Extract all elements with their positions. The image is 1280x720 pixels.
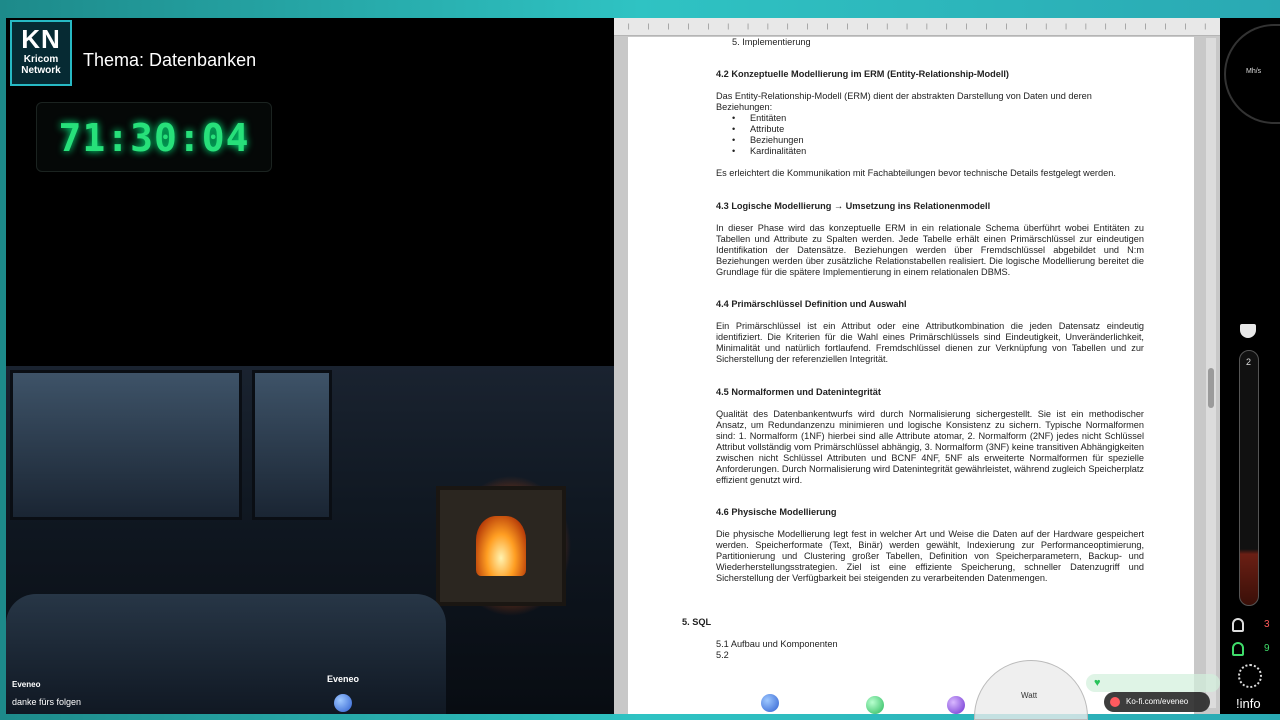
heading-4-4: 4.4 Primärschlüssel Definition und Auswa…	[716, 299, 907, 309]
follower-stat: 9	[1228, 640, 1276, 660]
topic-title: Thema: Datenbanken	[83, 50, 257, 70]
countdown-timer: 71:30:04	[36, 102, 272, 172]
ruler-ticks: | | | | | | | | | | | | | | | | | | | | | | | | | | | | | |	[628, 24, 1206, 30]
list-item: Beziehungen	[716, 135, 1144, 146]
paragraph-4-4: Ein Primärschlüssel ist ein Attribut ode…	[716, 321, 1144, 364]
scrollbar-thumb[interactable]	[1208, 368, 1214, 408]
follow-alert-text: danke fürs folgen	[12, 697, 82, 707]
list-item: Kardinalitäten	[716, 146, 1144, 157]
paragraph-4-3: In dieser Phase wird das konzeptuelle ER…	[716, 223, 1144, 277]
kricom-network-logo: KN Kricom Network	[10, 20, 72, 86]
logo-sub1: Kricom	[23, 54, 59, 65]
person-icon	[1232, 642, 1244, 656]
info-command: !info	[1236, 696, 1261, 711]
snowy-window-right	[252, 370, 332, 520]
progress-tube: 2	[1239, 350, 1259, 606]
snowy-window-left	[10, 370, 242, 520]
heading-4-3: 4.3 Logische Modellierung → Umsetzung in…	[716, 201, 991, 211]
gauge-unit: Mh/s	[1246, 68, 1262, 75]
ruler: | | | | | | | | | | | | | | | | | | | | | | | | | | | | | |	[614, 18, 1220, 36]
sofa	[6, 594, 446, 714]
list-item: Attribute	[716, 124, 1144, 135]
subheading-5-1: 5.1 Aufbau und Komponenten	[716, 639, 838, 649]
kofi-cup-icon	[1110, 697, 1120, 707]
fire	[476, 516, 526, 576]
blue-orb-icon	[761, 694, 779, 712]
hashrate-gauge: Mh/s	[1224, 24, 1280, 124]
heading-4-2: 4.2 Konzeptuelle Modellierung im ERM (En…	[716, 69, 1009, 79]
list-item-implementierung: 5. Implementierung	[732, 37, 811, 47]
logo-mark: KN	[21, 24, 61, 54]
subheading-5-2: 5.2	[716, 650, 729, 660]
watt-label: Watt	[1021, 691, 1038, 700]
paragraph-4-6: Die physische Modellierung legt fest in …	[716, 529, 1144, 583]
erm-list: Entitäten Attribute Beziehungen Kardinal…	[716, 113, 1144, 157]
green-orb-icon	[866, 696, 884, 714]
cabin-fireplace-scene	[6, 366, 614, 714]
viewer-stat: 3	[1228, 616, 1276, 636]
follow-alert-name: Eveneo	[12, 680, 41, 689]
stat-value: 9	[1264, 643, 1270, 654]
stat-value: 3	[1264, 619, 1270, 630]
list-item: Entitäten	[716, 113, 1144, 124]
stream-stage: KN Kricom Network Thema: Datenbanken 71:…	[6, 18, 1220, 714]
paragraph-4-2-outro: Es erleichtert die Kommunikation mit Fac…	[716, 168, 1116, 178]
heading-5-sql: 5. SQL	[682, 617, 712, 627]
document-window: | | | | | | | | | | | | | | | | | | | | | | | | | | | | | | 5. Implem…	[614, 18, 1220, 714]
heart-icon: ♥	[1094, 677, 1101, 689]
kofi-badge[interactable]: Ko-fi.com/eveneo	[1104, 692, 1210, 712]
paragraph-4-5: Qualität des Datenbankentwurfs wird durc…	[716, 409, 1144, 485]
purple-orb-icon	[947, 696, 965, 714]
streamer-label: Eveneo	[327, 674, 360, 684]
heading-4-6: 4.6 Physische Modellierung	[716, 507, 837, 517]
kofi-text: Ko-fi.com/eveneo	[1126, 697, 1189, 706]
document-page[interactable]: 5. Implementierung 4.2 Konzeptuelle Mode…	[628, 37, 1194, 714]
paragraph-4-2-intro: Das Entity-Relationship-Modell (ERM) die…	[716, 91, 1092, 112]
person-icon	[1232, 618, 1244, 632]
tube-value: 2	[1246, 357, 1252, 367]
document-scrollbar[interactable]	[1206, 38, 1216, 708]
donation-bar: ♥	[1086, 674, 1220, 692]
heading-4-5: 4.5 Normalformen und Datenintegrität	[716, 387, 881, 397]
logo-sub2: Network	[21, 65, 61, 76]
sparkle-icon	[1238, 664, 1262, 688]
blue-orb-icon	[334, 694, 352, 712]
